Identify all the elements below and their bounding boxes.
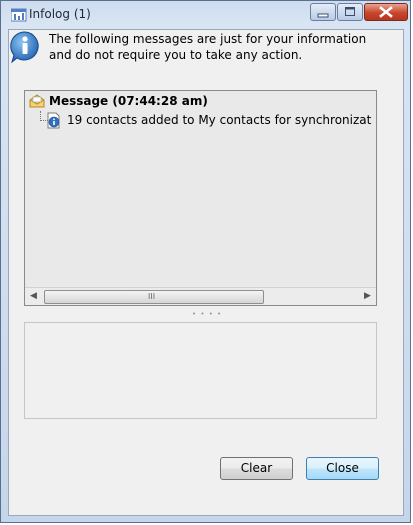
pane-splitter[interactable]: • • • • [24, 309, 377, 318]
infolog-window: Infolog (1) The following messages are j… [0, 0, 411, 523]
close-button[interactable]: Close [306, 457, 379, 480]
scroll-left-arrow-icon[interactable]: ◀ [25, 288, 42, 305]
header-message: The following messages are just for your… [49, 32, 367, 62]
title-bar[interactable]: Infolog (1) [1, 1, 410, 29]
message-group-label: Message (07:44:28 am) [49, 94, 208, 108]
infolog-app-icon [11, 8, 27, 22]
scrollbar-thumb[interactable]: III [44, 290, 264, 304]
maximize-icon [345, 7, 355, 16]
info-icon [10, 31, 39, 64]
window-title: Infolog (1) [29, 7, 91, 21]
message-detail-pane [24, 322, 377, 419]
clear-button[interactable]: Clear [220, 457, 293, 480]
maximize-button[interactable] [337, 3, 363, 21]
horizontal-scrollbar[interactable]: ◀ III ▶ [25, 287, 376, 305]
minimize-button[interactable] [310, 3, 336, 21]
scroll-right-arrow-icon[interactable]: ▶ [359, 288, 376, 305]
info-document-icon [47, 112, 60, 129]
message-tree[interactable]: Message (07:44:28 am) 19 contacts added … [24, 90, 377, 306]
message-item-text: 19 contacts added to My contacts for syn… [67, 113, 372, 127]
window-close-button[interactable] [364, 3, 408, 21]
close-icon [379, 6, 393, 18]
minimize-icon [317, 13, 329, 18]
caption-buttons [309, 3, 408, 23]
envelope-icon [29, 94, 45, 108]
splitter-grip-icon: • • • • [192, 310, 223, 318]
scrollbar-grip-icon: III [148, 292, 156, 301]
